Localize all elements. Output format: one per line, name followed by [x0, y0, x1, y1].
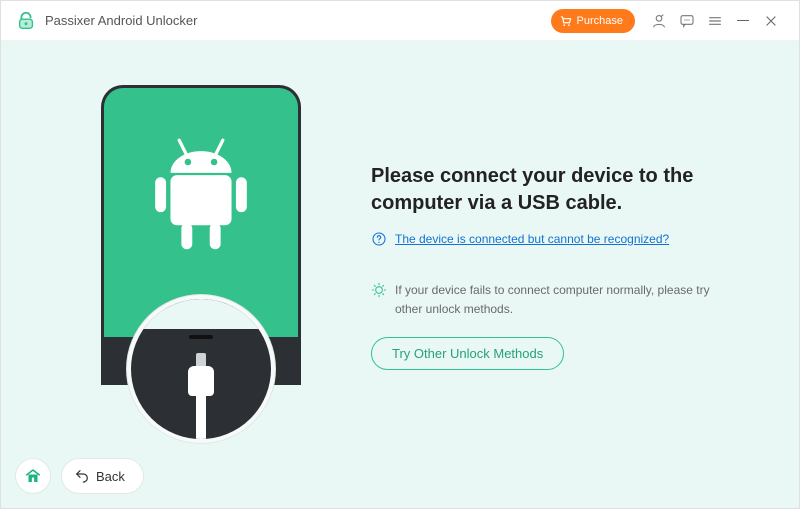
home-icon: [24, 467, 42, 485]
minimize-button[interactable]: [729, 7, 757, 35]
instruction-heading: Please connect your device to the comput…: [371, 163, 731, 217]
chat-icon: [679, 13, 695, 29]
minimize-icon: [737, 20, 749, 22]
cart-icon: [559, 14, 573, 28]
help-icon: [371, 231, 387, 247]
instruction-panel: Please connect your device to the comput…: [331, 77, 759, 508]
app-title: Passixer Android Unlocker: [45, 13, 197, 28]
device-illustration: [71, 85, 331, 405]
purchase-button[interactable]: Purchase: [551, 9, 635, 33]
back-arrow-icon: [74, 468, 90, 484]
try-other-methods-button[interactable]: Try Other Unlock Methods: [371, 337, 564, 370]
titlebar: Passixer Android Unlocker Purchase: [1, 1, 799, 41]
back-label: Back: [96, 469, 125, 484]
usb-plug-icon: [188, 353, 214, 443]
footer-controls: Back: [15, 458, 144, 494]
close-icon: [764, 14, 778, 28]
back-button[interactable]: Back: [61, 458, 144, 494]
usb-magnifier: [127, 295, 275, 443]
feedback-button[interactable]: [673, 7, 701, 35]
purchase-label: Purchase: [577, 15, 623, 27]
account-button[interactable]: [645, 7, 673, 35]
app-logo-icon: [15, 10, 37, 32]
close-button[interactable]: [757, 7, 785, 35]
menu-button[interactable]: [701, 7, 729, 35]
hamburger-icon: [707, 13, 723, 29]
main-panel: Please connect your device to the comput…: [1, 41, 799, 508]
device-not-recognized-link[interactable]: The device is connected but cannot be re…: [395, 232, 669, 246]
android-icon: [146, 138, 256, 263]
user-icon: [651, 13, 667, 29]
tip-text: If your device fails to connect computer…: [395, 281, 731, 319]
tip-icon: [371, 282, 387, 319]
home-button[interactable]: [15, 458, 51, 494]
